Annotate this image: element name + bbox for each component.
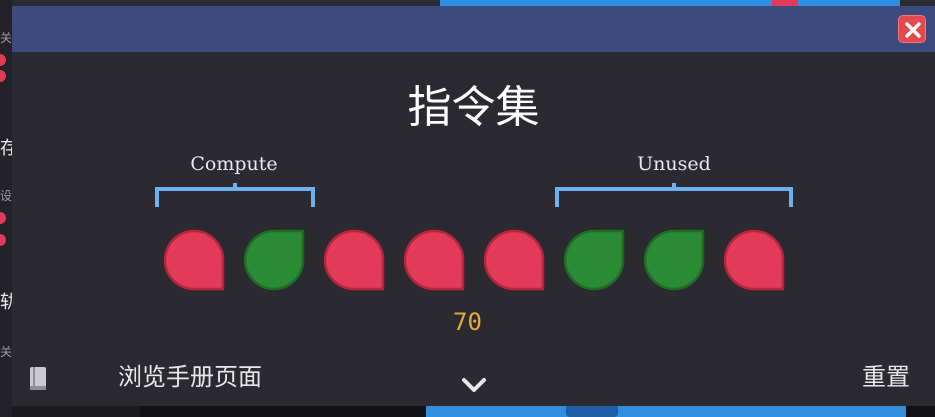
instruction-toggle-6[interactable]	[562, 228, 626, 292]
instruction-toggle-7[interactable]	[642, 228, 706, 292]
leaf-on-icon	[243, 229, 305, 291]
leaf-off-icon	[723, 229, 785, 291]
instruction-set-dialog: 指令集 Compute Unused 浏览手册页面 重置	[12, 6, 935, 406]
leaf-off-icon	[323, 229, 385, 291]
browse-manual-button[interactable]: 浏览手册页面	[118, 362, 262, 392]
value-display: 70	[453, 308, 482, 336]
background-char: 设	[0, 189, 13, 203]
instruction-toggle-1[interactable]	[162, 228, 226, 292]
background-red-dot	[0, 212, 6, 224]
group-label-compute: Compute	[190, 153, 278, 175]
chevron-down-icon[interactable]	[460, 376, 488, 394]
group-bracket-compute	[155, 183, 315, 207]
background-red-dot	[0, 70, 6, 82]
background-red-dot	[0, 54, 6, 66]
reset-button[interactable]: 重置	[862, 362, 910, 392]
group-label-unused: Unused	[637, 153, 711, 175]
instruction-toggle-2[interactable]	[242, 228, 306, 292]
close-button[interactable]	[898, 15, 926, 43]
leaf-off-icon	[403, 229, 465, 291]
group-bracket-unused	[555, 183, 793, 207]
leaf-on-icon	[643, 229, 705, 291]
dialog-title-bar	[12, 6, 935, 52]
background-bottom-blue-bar	[426, 406, 906, 417]
leaf-on-icon	[563, 229, 625, 291]
leaf-off-icon	[163, 229, 225, 291]
background-char: 关	[0, 345, 13, 359]
dialog-title: 指令集	[407, 82, 540, 133]
instruction-toggle-5[interactable]	[482, 228, 546, 292]
background-left-strip: 关 存 设 轨 关	[0, 0, 18, 417]
book-icon[interactable]	[28, 366, 48, 392]
background-red-dot	[0, 234, 6, 246]
instruction-toggle-3[interactable]	[322, 228, 386, 292]
close-icon	[905, 22, 921, 38]
background-char: 关	[0, 31, 13, 45]
leaf-off-icon	[483, 229, 545, 291]
instruction-toggle-8[interactable]	[722, 228, 786, 292]
instruction-toggle-4[interactable]	[402, 228, 466, 292]
